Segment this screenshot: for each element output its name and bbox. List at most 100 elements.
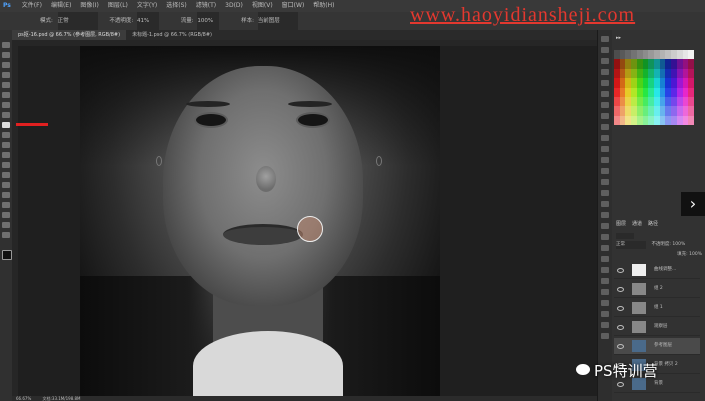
blur-icon[interactable] [2,162,10,168]
menu-item[interactable]: 3D(D) [225,2,243,9]
opacity-input[interactable]: 41% [136,12,159,30]
move-tool-icon[interactable] [2,42,10,48]
path-select-icon[interactable] [2,202,10,208]
eraser-icon[interactable] [2,142,10,148]
color-swatch[interactable] [688,50,694,60]
document-tab[interactable]: ps抠-16.psd @ 66.7% (参考图层, RGB/8#) [12,30,127,40]
type-tool-icon[interactable] [2,192,10,198]
panel-toggle-icon[interactable] [601,91,609,97]
panel-toggle-icon[interactable] [601,223,609,229]
pen-tool-icon[interactable] [2,182,10,188]
panel-toggle-icon[interactable] [601,256,609,262]
visibility-eye-icon[interactable] [617,325,624,330]
flow-input[interactable]: 100% [197,12,220,30]
clone-stamp-icon[interactable] [2,122,10,128]
brand-label: PS特训营 [594,362,658,380]
menu-item[interactable]: 帮助(H) [313,2,334,9]
menu-item[interactable]: 视图(V) [252,2,273,9]
layer-row[interactable]: 观察层 [614,319,700,336]
layers-tabs: 图层 通道 路径 [616,220,664,228]
panel-toggle-icon[interactable] [601,212,609,218]
color-swatch[interactable] [688,106,694,116]
panel-toggle-icon[interactable] [601,80,609,86]
zoom-level[interactable]: 66.67% [16,396,31,401]
layer-opacity-input[interactable]: 100% [672,242,685,247]
panel-toggle-icon[interactable] [601,289,609,295]
panel-toggle-icon[interactable] [601,190,609,196]
layers-filter-icon[interactable] [616,233,634,239]
crop-tool-icon[interactable] [2,82,10,88]
history-brush-icon[interactable] [2,132,10,138]
menu-item[interactable]: 滤镜(T) [196,2,216,9]
panel-toggle-icon[interactable] [601,124,609,130]
layer-row[interactable]: 参考图层 [614,338,700,355]
portrait-left-earring [156,156,162,166]
layer-row[interactable]: 组 2 [614,281,700,298]
panel-toggle-icon[interactable] [601,58,609,64]
panel-toggle-icon[interactable] [601,278,609,284]
visibility-eye-icon[interactable] [617,344,624,349]
color-swatch[interactable] [688,68,694,79]
panel-toggle-icon[interactable] [601,69,609,75]
panel-toggle-icon[interactable] [601,102,609,108]
layer-thumbnail [632,340,646,352]
layers-panel-tab[interactable]: 图层 [616,221,626,227]
brush-tool-icon[interactable] [2,112,10,118]
panel-toggle-icon[interactable] [601,311,609,317]
mode-select[interactable]: 正常 [57,12,98,30]
next-arrow-button[interactable]: › [681,192,705,216]
lasso-tool-icon[interactable] [2,62,10,68]
layers-panel-tab[interactable]: 通道 [632,221,642,227]
foreground-color-swatch[interactable] [2,250,12,260]
app-logo[interactable]: Ps [3,2,11,9]
panel-toggle-icon[interactable] [601,333,609,339]
panel-toggle-icon[interactable] [601,201,609,207]
sample-select[interactable]: 当前图层 [257,12,298,30]
visibility-eye-icon[interactable] [617,287,624,292]
panel-toggle-icon[interactable] [601,179,609,185]
menu-item[interactable]: 图像(I) [80,2,98,9]
layer-row[interactable]: 曲线调整... [614,262,700,279]
eyedropper-icon[interactable] [2,92,10,98]
zoom-tool-icon[interactable] [2,232,10,238]
panel-toggle-icon[interactable] [601,47,609,53]
shape-tool-icon[interactable] [2,212,10,218]
visibility-eye-icon[interactable] [617,306,624,311]
document-tab[interactable]: 未标题-1.psd @ 66.7% (RGB/8#) [126,30,218,40]
canvas[interactable] [18,46,597,396]
color-swatch[interactable] [688,78,694,88]
quick-select-icon[interactable] [2,72,10,78]
healing-brush-icon[interactable] [2,102,10,108]
panel-toggle-icon[interactable] [601,157,609,163]
panel-toggle-icon[interactable] [601,245,609,251]
visibility-eye-icon[interactable] [617,382,624,387]
panel-toggle-icon[interactable] [601,146,609,152]
panel-toggle-icon[interactable] [601,322,609,328]
gradient-icon[interactable] [2,152,10,158]
dodge-icon[interactable] [2,172,10,178]
layer-row[interactable]: 组 1 [614,300,700,317]
layers-panel-tab[interactable]: 路径 [648,221,658,227]
menu-item[interactable]: 文字(Y) [137,2,157,9]
visibility-eye-icon[interactable] [617,268,624,273]
menu-item[interactable]: 文件(F) [22,2,42,9]
hand-tool-icon[interactable] [2,222,10,228]
blend-mode-select[interactable]: 正常 [616,241,646,249]
fill-input[interactable]: 100% [689,252,702,257]
color-swatch[interactable] [688,96,694,107]
panel-toggle-icon[interactable] [601,113,609,119]
menu-item[interactable]: 图层(L) [108,2,128,9]
marquee-tool-icon[interactable] [2,52,10,58]
color-swatch[interactable] [688,59,694,69]
color-swatch[interactable] [688,115,694,125]
panel-toggle-icon[interactable] [601,234,609,240]
color-swatch[interactable] [688,87,694,97]
panel-toggle-icon[interactable] [601,135,609,141]
panel-toggle-icon[interactable] [601,300,609,306]
menu-item[interactable]: 编辑(E) [51,2,71,9]
menu-item[interactable]: 窗口(W) [282,2,305,9]
menu-item[interactable]: 选择(S) [166,2,187,9]
panel-toggle-icon[interactable] [601,168,609,174]
panel-toggle-icon[interactable] [601,267,609,273]
panel-toggle-icon[interactable] [601,36,609,42]
